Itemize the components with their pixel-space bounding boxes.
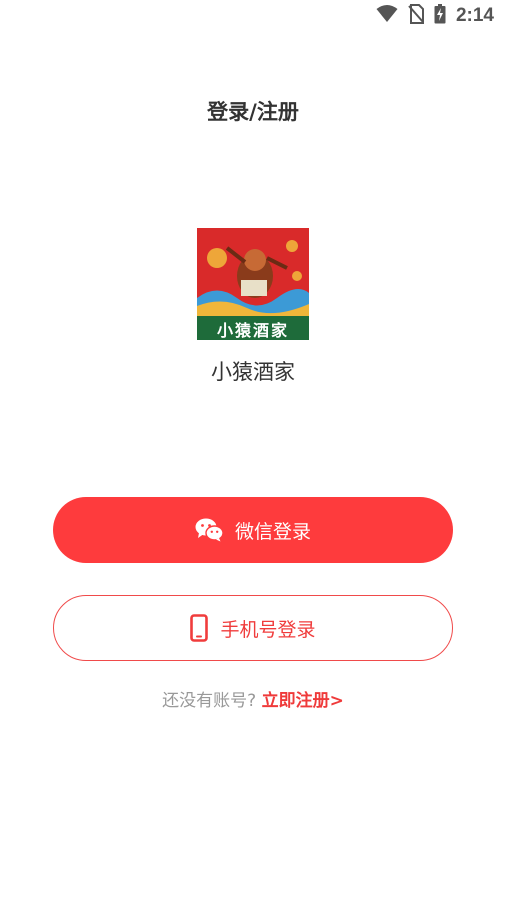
register-link[interactable]: 立即注册> [262, 691, 344, 711]
battery-charging-icon [434, 4, 446, 28]
phone-icon [190, 614, 209, 642]
phone-login-label: 手机号登录 [220, 618, 316, 641]
no-sim-icon [408, 4, 424, 28]
status-time: 2:14 [455, 5, 494, 26]
register-row: 还没有账号? 立即注册> [0, 686, 506, 711]
app-name: 小猿酒家 [211, 360, 295, 384]
wechat-login-button[interactable]: 微信登录 [53, 497, 453, 563]
status-bar: 2:14 [0, 0, 506, 32]
status-icons: 2:14 [376, 4, 494, 28]
logo-text: 小猿酒家 [216, 321, 289, 340]
wechat-icon [195, 518, 223, 542]
register-prompt: 还没有账号? [162, 691, 257, 711]
wifi-icon [376, 5, 398, 27]
wechat-login-label: 微信登录 [234, 520, 311, 543]
phone-login-button[interactable]: 手机号登录 [53, 595, 453, 661]
page-title: 登录/注册 [207, 100, 299, 124]
app-logo: 小猿酒家 [197, 228, 309, 340]
